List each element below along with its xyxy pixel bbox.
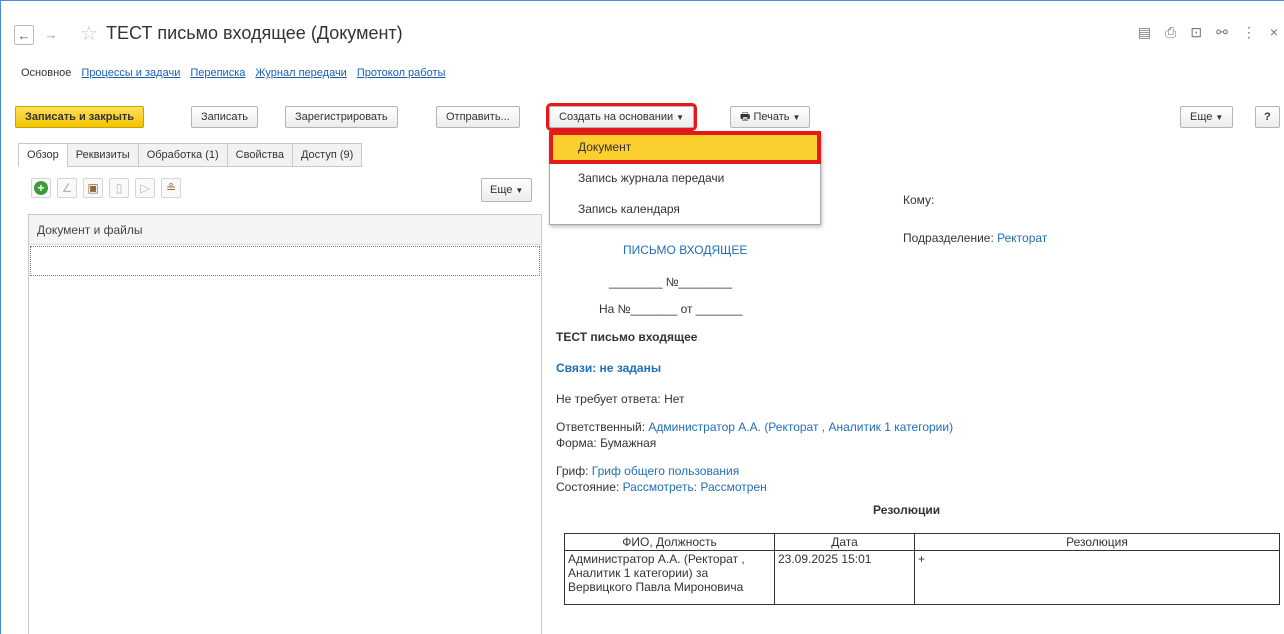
forward-file-icon[interactable]: ▷ — [135, 178, 155, 198]
close-icon[interactable]: × — [1270, 24, 1278, 41]
tab-requisites[interactable]: Реквизиты — [66, 143, 139, 167]
resolution-person-cell: Администратор А.А. (Ректорат , Аналитик … — [564, 550, 775, 605]
responsible-label: Ответственный: — [556, 420, 646, 434]
forward-arrow-icon[interactable]: → — [40, 25, 62, 45]
section-main[interactable]: Основное — [21, 67, 71, 79]
reference-line: На №_______ от _______ — [599, 302, 743, 316]
tab-processing[interactable]: Обработка (1) — [137, 143, 228, 167]
back-arrow-icon[interactable]: ← — [14, 25, 34, 45]
tab-properties[interactable]: Свойства — [226, 143, 293, 167]
file-icon[interactable]: ▯ — [109, 178, 129, 198]
send-button[interactable]: Отправить... — [436, 106, 520, 128]
resolutions-table: ФИО, Должность Дата Резолюция Администра… — [564, 533, 1280, 605]
save-icon[interactable]: ▤ — [1138, 24, 1151, 41]
link-icon[interactable]: ⚯ — [1216, 24, 1228, 41]
files-panel-header: Документ и файлы — [29, 215, 541, 245]
stamp-field: Гриф: Гриф общего пользования — [556, 464, 739, 478]
window-actions: ▤ ⎙ ⊡ ⚯ ⋮ × — [1138, 24, 1278, 41]
chevron-down-icon: ▼ — [676, 113, 685, 122]
responsible-field: Ответственный: Администратор А.А. (Ректо… — [556, 420, 953, 434]
column-header: Дата — [774, 533, 915, 551]
form-label: Форма: — [556, 436, 597, 450]
edit-icon[interactable]: ∠ — [57, 178, 77, 198]
favorite-star-icon[interactable]: ☆ — [80, 21, 98, 46]
department-label: Подразделение: — [903, 231, 994, 245]
tab-overview[interactable]: Обзор — [18, 143, 68, 167]
create-based-on-label: Создать на основании — [559, 111, 674, 123]
department-value[interactable]: Ректорат — [997, 231, 1047, 245]
state-field: Состояние: Рассмотреть: Рассмотрен — [556, 480, 767, 494]
scan-icon[interactable]: ≗ — [161, 178, 181, 198]
list-item[interactable] — [30, 246, 540, 276]
print-button[interactable]: 🖶 Печать ▼ — [730, 106, 811, 128]
create-based-on-menu: Документ Запись журнала передачи Запись … — [549, 131, 821, 225]
help-button[interactable]: ? — [1255, 106, 1280, 128]
chevron-down-icon: ▼ — [792, 113, 801, 122]
section-transfer-log[interactable]: Журнал передачи — [255, 67, 346, 79]
form-field: Форма: Бумажная — [556, 436, 656, 450]
paste-icon[interactable]: ▣ — [83, 178, 103, 198]
tab-bar: Обзор Реквизиты Обработка (1) Свойства Д… — [18, 143, 363, 167]
column-header: ФИО, Должность — [564, 533, 775, 551]
department-field: Подразделение: Ректорат — [903, 231, 1047, 245]
stamp-label: Гриф: — [556, 464, 589, 478]
section-processes[interactable]: Процессы и задачи — [81, 67, 180, 79]
menu-item-transfer-log-entry[interactable]: Запись журнала передачи — [550, 163, 820, 194]
more-label: Еще — [1190, 111, 1213, 123]
title-bar: ← → ☆ ТЕСТ письмо входящее (Документ) ▤ … — [2, 1, 1284, 61]
more-button[interactable]: Еще ▼ — [1180, 106, 1234, 128]
table-row: Администратор А.А. (Ректорат , Аналитик … — [564, 550, 1280, 605]
save-and-close-button[interactable]: Записать и закрыть — [15, 106, 145, 128]
form-value: Бумажная — [600, 436, 657, 450]
tab-access[interactable]: Доступ (9) — [291, 143, 363, 167]
page-title: ТЕСТ письмо входящее (Документ) — [106, 23, 403, 43]
save-button[interactable]: Записать — [191, 106, 259, 128]
column-header: Резолюция — [914, 533, 1280, 551]
chevron-down-icon: ▼ — [515, 186, 524, 195]
document-heading: ТЕСТ письмо входящее — [556, 330, 698, 344]
files-panel: Документ и файлы — [28, 214, 542, 634]
print-icon[interactable]: ⎙ — [1165, 24, 1176, 41]
resolution-text-cell: + — [914, 550, 1280, 605]
section-nav: Основное Процессы и задачи Переписка Жур… — [21, 67, 445, 79]
create-based-on-button[interactable]: Создать на основании ▼ — [545, 103, 698, 131]
state-label: Состояние: — [556, 480, 620, 494]
reply-field: Не требует ответа: Нет — [556, 392, 685, 406]
more-vertical-icon[interactable]: ⋮ — [1242, 24, 1256, 41]
add-icon[interactable]: + — [31, 178, 51, 198]
command-toolbar: Записать и закрыть Записать Зарегистриро… — [15, 103, 1283, 131]
chevron-down-icon: ▼ — [1215, 113, 1224, 122]
reply-label: Не требует ответа: — [556, 392, 661, 406]
reply-value: Нет — [664, 392, 685, 406]
menu-item-document[interactable]: Документ — [549, 131, 821, 164]
section-correspondence[interactable]: Переписка — [190, 67, 245, 79]
resolution-date-cell: 23.09.2025 15:01 — [774, 550, 915, 605]
to-label: Кому: — [903, 193, 935, 207]
document-kind: ПИСЬМО ВХОДЯЩЕЕ — [623, 243, 748, 257]
section-work-log[interactable]: Протокол работы — [357, 67, 446, 79]
printer-icon: 🖶 — [740, 111, 754, 123]
responsible-value[interactable]: Администратор А.А. (Ректорат , Аналитик … — [648, 420, 953, 434]
table-header-row: ФИО, Должность Дата Резолюция — [564, 533, 1280, 551]
document-window: ← → ☆ ТЕСТ письмо входящее (Документ) ▤ … — [0, 0, 1284, 634]
files-more-button[interactable]: Еще ▼ — [481, 178, 533, 202]
files-toolbar: + ∠ ▣ ▯ ▷ ≗ — [31, 178, 181, 198]
files-more-label: Еще — [490, 184, 513, 196]
number-line: ________ №________ — [609, 275, 732, 289]
stamp-value[interactable]: Гриф общего пользования — [592, 464, 739, 478]
state-value[interactable]: Рассмотреть: Рассмотрен — [623, 480, 767, 494]
preview-icon[interactable]: ⊡ — [1190, 24, 1202, 41]
menu-item-calendar-entry[interactable]: Запись календаря — [550, 194, 820, 225]
print-label: Печать — [753, 111, 790, 123]
resolutions-title: Резолюции — [873, 503, 941, 517]
links-status[interactable]: Связи: не заданы — [556, 361, 661, 375]
register-button[interactable]: Зарегистрировать — [285, 106, 398, 128]
